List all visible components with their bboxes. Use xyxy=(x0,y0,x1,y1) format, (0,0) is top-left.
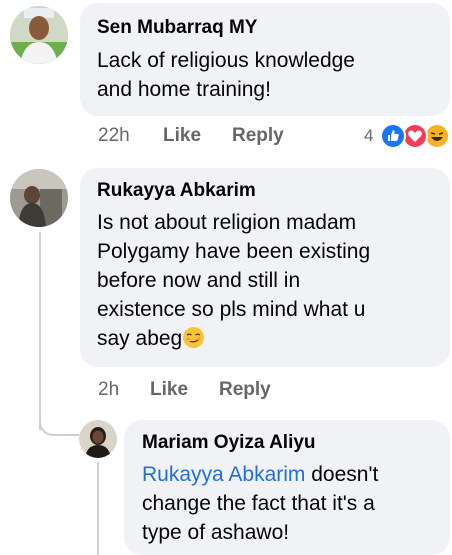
like-icon xyxy=(380,123,406,149)
comment-actions: 2h Like Reply xyxy=(0,379,452,405)
comment-text-line: and home training! xyxy=(97,78,271,101)
comment-bubble: Rukayya Abkarim Is not about religion ma… xyxy=(80,168,450,367)
thread-line-curve xyxy=(39,410,79,436)
thread-line-vertical-reply xyxy=(97,462,99,555)
comment-author[interactable]: Mariam Oyiza Aliyu xyxy=(142,431,450,455)
reply-button[interactable]: Reply xyxy=(219,379,271,401)
comment-text-line: type of ashawo! xyxy=(142,521,290,544)
like-button[interactable]: Like xyxy=(150,379,188,401)
comment-text-line: Polygamy have been existing xyxy=(97,240,371,263)
avatar[interactable] xyxy=(79,420,117,458)
comment-text-line: say abeg xyxy=(97,327,183,350)
comment-text-line: Lack of religious knowledge xyxy=(97,49,355,72)
comment-text-line: before now and still in xyxy=(97,269,301,292)
smirk-face-icon xyxy=(183,327,205,348)
profile-photo-icon xyxy=(10,169,68,227)
reactions-summary[interactable]: 4 xyxy=(360,122,452,150)
comment-bubble: Mariam Oyiza Aliyu Rukayya Abkarim doesn… xyxy=(124,420,450,555)
avatar[interactable] xyxy=(10,169,68,227)
profile-photo-icon xyxy=(10,6,68,64)
timestamp[interactable]: 2h xyxy=(98,379,119,401)
comment-text-line: existence so pls mind what u xyxy=(97,298,366,321)
profile-photo-icon xyxy=(79,420,117,458)
reply-button[interactable]: Reply xyxy=(232,125,284,147)
comment-text-line-wrapper: Rukayya Abkarim doesn't xyxy=(142,460,450,489)
comment-text-line-wrapper: say abeg xyxy=(97,324,450,353)
comment-author[interactable]: Sen Mubarraq MY xyxy=(97,16,450,40)
mention-link[interactable]: Rukayya Abkarim xyxy=(142,463,305,486)
comment-author[interactable]: Rukayya Abkarim xyxy=(97,179,450,203)
comment-text-line: Is not about religion madam xyxy=(97,211,357,234)
timestamp[interactable]: 22h xyxy=(98,125,130,147)
avatar[interactable] xyxy=(10,6,68,64)
comment-bubble: Sen Mubarraq MY Lack of religious knowle… xyxy=(80,3,450,116)
comment-text-line: doesn't xyxy=(311,463,379,486)
like-button[interactable]: Like xyxy=(163,125,201,147)
comment-text-line: change the fact that it's a xyxy=(142,492,375,515)
reaction-count: 4 xyxy=(364,126,374,145)
